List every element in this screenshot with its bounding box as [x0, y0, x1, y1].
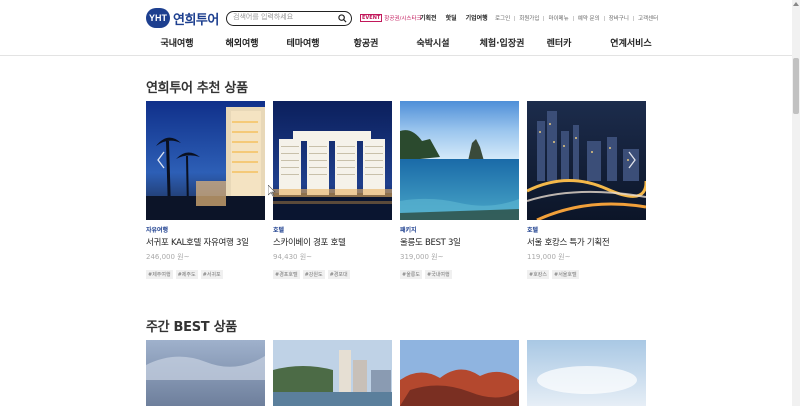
tag[interactable]: #제주도: [175, 270, 198, 279]
nav-accommodation[interactable]: 숙박시설: [396, 36, 470, 49]
product-name[interactable]: 서울 호캉스 특가 기획전: [527, 236, 646, 248]
tag[interactable]: #제주여행: [146, 270, 173, 279]
product-card[interactable]: 호텔 서울 호캉스 특가 기획전 119,000 원~ #호캉스 #서울호텔: [527, 101, 646, 279]
product-price: 319,000 원~: [400, 253, 444, 261]
product-tags: #경포호텔 #강원도 #경포대: [273, 270, 392, 279]
search-input[interactable]: [233, 13, 333, 21]
nav-services[interactable]: 연계서비스: [584, 36, 678, 49]
product-card[interactable]: 자유여행 서귀포 KAL호텔 자유여행 3일 246,000 원~ #제주여행 …: [146, 101, 265, 279]
product-card[interactable]: 호텔 스카이베이 경포 호텔 94,430 원~ #경포호텔 #강원도 #경포대: [273, 101, 392, 279]
tag[interactable]: #경포호텔: [273, 270, 300, 279]
weekly-image-autumn[interactable]: [400, 340, 519, 406]
product-tags: #제주여행 #제주도 #서귀포: [146, 270, 265, 279]
product-category: 자유여행: [146, 227, 169, 234]
tag[interactable]: #강원도: [302, 270, 325, 279]
quick-link-corporate[interactable]: 기업여행: [466, 13, 488, 22]
product-tags: #울릉도 #국내여행: [400, 270, 519, 279]
quick-link-exhibition[interactable]: 기획전: [420, 13, 437, 22]
product-tags: #호캉스 #서울호텔: [527, 270, 646, 279]
tag[interactable]: #울릉도: [400, 270, 422, 279]
recommend-title: 연희투어 추천 상품: [146, 81, 248, 96]
divider: [603, 15, 605, 21]
nav-theme[interactable]: 테마여행: [270, 36, 336, 49]
quick-link-hotdeal[interactable]: 핫딜: [446, 13, 457, 22]
product-price: 119,000 원~: [527, 253, 571, 261]
reservation-link[interactable]: 예약 문의: [578, 14, 600, 22]
weekly-image-coast-city[interactable]: [273, 340, 392, 406]
mymenu-link[interactable]: 마이메뉴: [548, 14, 568, 22]
chevron-left-icon: [157, 151, 165, 169]
product-image-ulleungdo[interactable]: [400, 101, 519, 220]
divider: [543, 15, 545, 21]
product-name[interactable]: 울릉도 BEST 3일: [400, 236, 519, 248]
cart-link[interactable]: 장바구니: [609, 14, 629, 22]
product-name[interactable]: 스카이베이 경포 호텔: [273, 236, 392, 248]
divider: [514, 15, 516, 21]
product-card[interactable]: 패키지 울릉도 BEST 3일 319,000 원~ #울릉도 #국내여행: [400, 101, 519, 279]
tag[interactable]: #국내여행: [425, 270, 452, 279]
page-scrollbar[interactable]: [792, 0, 800, 406]
mouse-cursor: [268, 185, 276, 197]
promo-badge: EVENT: [360, 14, 383, 22]
promo-link[interactable]: EVENT 항공권/시스타크: [360, 14, 422, 22]
weekly-card[interactable]: [273, 340, 392, 406]
product-image-skybay[interactable]: [273, 101, 392, 220]
weekly-card[interactable]: [527, 340, 646, 406]
quick-links: 기획전 핫딜 기업여행: [420, 13, 488, 22]
scroll-thumb[interactable]: [793, 58, 799, 114]
nav-flight[interactable]: 항공권: [336, 36, 396, 49]
login-link[interactable]: 로그인: [495, 14, 510, 22]
nav-activity[interactable]: 체험·입장권: [470, 36, 534, 49]
main-nav: 국내여행 해외여행 테마여행 항공권 숙박시설 체험·입장권 렌터카 연계서비스: [140, 36, 678, 49]
scroll-up-arrow-icon[interactable]: [793, 2, 799, 6]
logo-text: 연희투어: [173, 12, 219, 28]
chevron-right-icon: [628, 151, 636, 169]
search-box: [226, 11, 352, 26]
site-header: YHT 연희투어 EVENT 항공권/시스타크 기획전 핫딜 기업여행 로그인 …: [0, 0, 792, 56]
weekly-image-sky[interactable]: [146, 340, 265, 406]
util-links: 로그인 회원가입 마이메뉴 예약 문의 장바구니 고객센터: [495, 14, 658, 22]
divider: [632, 15, 634, 21]
tag[interactable]: #서귀포: [200, 270, 223, 279]
search-icon[interactable]: [338, 14, 347, 23]
carousel-next-button[interactable]: [627, 150, 637, 170]
product-price: 246,000 원~: [146, 253, 190, 261]
weekly-card[interactable]: [400, 340, 519, 406]
nav-rentcar[interactable]: 렌터카: [534, 36, 584, 49]
carousel-prev-button[interactable]: [156, 150, 166, 170]
signup-link[interactable]: 회원가입: [519, 14, 539, 22]
product-category: 패키지: [400, 227, 417, 234]
tag[interactable]: #호캉스: [527, 270, 549, 279]
tag[interactable]: #서울호텔: [552, 270, 579, 279]
site-logo[interactable]: YHT 연희투어: [146, 8, 219, 28]
weekly-title: 주간 BEST 상품: [146, 320, 237, 335]
promo-text: 항공권/시스타크: [384, 16, 422, 22]
nav-overseas[interactable]: 해외여행: [214, 36, 270, 49]
divider: [572, 15, 574, 21]
logo-badge: YHT: [146, 8, 170, 28]
customer-center-link[interactable]: 고객센터: [638, 14, 658, 22]
weekly-image-bright-sky[interactable]: [527, 340, 646, 406]
tag[interactable]: #경포대: [327, 270, 350, 279]
nav-domestic[interactable]: 국내여행: [140, 36, 214, 49]
product-category: 호텔: [273, 227, 285, 234]
product-name[interactable]: 서귀포 KAL호텔 자유여행 3일: [146, 236, 265, 248]
product-category: 호텔: [527, 227, 539, 234]
weekly-card[interactable]: [146, 340, 265, 406]
product-price: 94,430 원~: [273, 253, 313, 261]
